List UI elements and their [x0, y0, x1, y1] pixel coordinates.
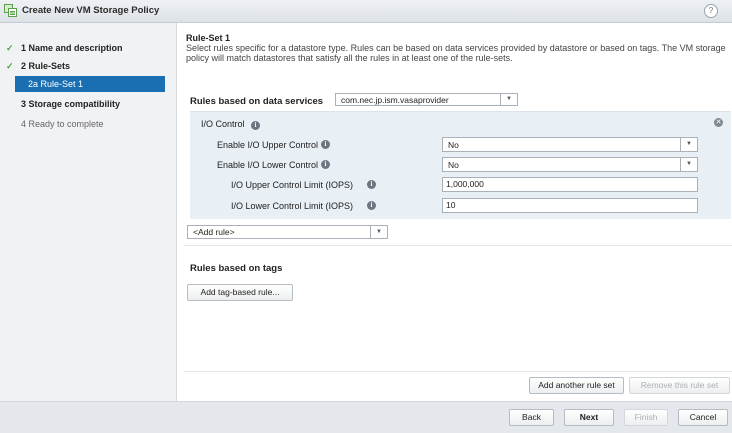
upper-limit-input[interactable]: 1,000,000	[442, 177, 698, 192]
back-button[interactable]: Back	[509, 409, 554, 426]
info-icon[interactable]: i	[367, 180, 376, 189]
step-label: 4 Ready to complete	[21, 119, 104, 129]
chevron-down-icon: ▼	[500, 94, 517, 105]
step-rule-sets[interactable]: ✓ 2 Rule-Sets	[0, 58, 176, 74]
info-icon[interactable]: i	[367, 201, 376, 210]
add-rule-value: <Add rule>	[193, 227, 235, 237]
add-tag-based-rule-button[interactable]: Add tag-based rule...	[187, 284, 293, 301]
wizard-steps-sidebar: ✓ 1 Name and description ✓ 2 Rule-Sets 2…	[0, 23, 177, 401]
data-services-label: Rules based on data services	[190, 96, 324, 107]
chevron-down-icon: ▼	[680, 138, 697, 151]
remove-rule-set-button: Remove this rule set	[629, 377, 730, 394]
step-label: 2a Rule-Set 1	[28, 79, 84, 89]
remove-rule-icon[interactable]: ✕	[714, 118, 723, 127]
step-label: 2 Rule-Sets	[21, 61, 71, 71]
finish-button: Finish	[624, 409, 668, 426]
wizard-footer: Back Next Finish Cancel	[0, 401, 732, 433]
step-rule-set-1[interactable]: 2a Rule-Set 1	[15, 76, 165, 92]
step-storage-compatibility[interactable]: 3 Storage compatibility	[0, 96, 176, 112]
add-rule-select[interactable]: <Add rule> ▼	[187, 225, 388, 239]
lower-limit-input[interactable]: 10	[442, 198, 698, 213]
ruleset-title: Rule-Set 1	[186, 33, 231, 43]
field-row-upper-control: Enable I/O Upper Control i No ▼	[190, 137, 731, 153]
step-label: 3 Storage compatibility	[21, 99, 121, 109]
main-content: Rule-Set 1 Select rules specific for a d…	[177, 23, 732, 401]
help-icon[interactable]: ?	[704, 4, 718, 18]
ruleset-description: Select rules specific for a datastore ty…	[186, 43, 726, 63]
provider-select[interactable]: com.nec.jp.ism.vasaprovider ▼	[335, 93, 518, 106]
step-ready-to-complete: 4 Ready to complete	[0, 116, 176, 132]
check-icon: ✓	[6, 61, 14, 71]
field-label: Enable I/O Upper Control	[217, 140, 319, 150]
add-another-rule-set-button[interactable]: Add another rule set	[529, 377, 624, 394]
title-bar: Create New VM Storage Policy ?	[0, 0, 732, 23]
divider	[184, 245, 732, 246]
field-row-upper-limit: I/O Upper Control Limit (IOPS) i 1,000,0…	[190, 177, 731, 193]
field-label: I/O Lower Control Limit (IOPS)	[231, 201, 354, 211]
cancel-button[interactable]: Cancel	[678, 409, 728, 426]
provider-value: com.nec.jp.ism.vasaprovider	[341, 95, 449, 105]
next-button[interactable]: Next	[564, 409, 614, 426]
field-row-lower-limit: I/O Lower Control Limit (IOPS) i 10	[190, 198, 731, 214]
io-control-panel: I/O Control i ✕ Enable I/O Upper Control…	[190, 111, 731, 219]
lower-control-select[interactable]: No ▼	[442, 157, 698, 172]
info-icon[interactable]: i	[321, 160, 330, 169]
step-label: 1 Name and description	[21, 43, 123, 53]
chevron-down-icon: ▼	[680, 158, 697, 171]
info-icon[interactable]: i	[251, 121, 261, 130]
storage-policy-icon	[4, 4, 17, 17]
upper-control-select[interactable]: No ▼	[442, 137, 698, 152]
info-icon[interactable]: i	[321, 140, 330, 149]
window-title: Create New VM Storage Policy	[22, 5, 160, 16]
field-row-lower-control: Enable I/O Lower Control i No ▼	[190, 157, 731, 173]
field-label: Enable I/O Lower Control	[217, 160, 319, 170]
tags-label: Rules based on tags	[190, 263, 283, 274]
select-value: No	[448, 140, 459, 150]
chevron-down-icon: ▼	[370, 226, 387, 238]
select-value: No	[448, 160, 459, 170]
field-label: I/O Upper Control Limit (IOPS)	[231, 180, 354, 190]
step-name-and-description[interactable]: ✓ 1 Name and description	[0, 40, 176, 56]
check-icon: ✓	[6, 43, 14, 53]
io-control-title: I/O Control i	[201, 119, 261, 130]
divider	[184, 371, 732, 372]
